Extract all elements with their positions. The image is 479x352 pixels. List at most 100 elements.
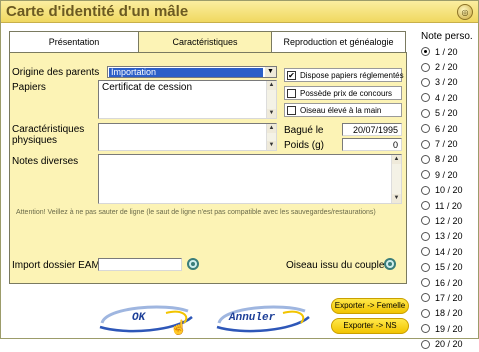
checkbox-empty-icon [287,105,296,115]
tab-presentation[interactable]: Présentation [9,31,139,53]
target-picker-icon[interactable] [187,258,199,270]
tab-caracteristiques[interactable]: Caractéristiques [138,31,272,54]
radio-icon [421,77,430,87]
note-label: 20 / 20 [435,339,463,350]
radio-icon [421,139,430,149]
scroll-up-icon[interactable]: ▲ [392,155,401,164]
note-label: 1 / 20 [435,46,458,57]
papiers-label: Papiers [12,82,46,93]
annuler-button[interactable]: Annuler [213,301,313,337]
checkbox-checked-icon: ✔ [287,70,296,80]
papiers-reglementes-checkbox[interactable]: ✔ Dispose papiers réglementés [284,68,404,82]
note-label: 15 / 20 [435,262,463,273]
warning-text: Attention! Veillez à ne pas sauter de li… [16,209,376,216]
prix-concours-checkbox[interactable]: Possède prix de concours [284,86,402,100]
checkbox-label: Oiseau élevé à la main [300,105,382,115]
exporter-ns-button[interactable]: Exporter -> NS [331,318,409,334]
target-picker-icon[interactable] [384,258,396,270]
note-radio-8[interactable]: 8 / 20 [421,152,463,167]
checkbox-label: Dispose papiers réglementés [300,70,404,80]
note-label: 18 / 20 [435,308,463,319]
note-radio-13[interactable]: 13 / 20 [421,229,463,244]
note-radio-14[interactable]: 14 / 20 [421,244,463,259]
radio-icon [421,247,430,257]
note-radio-4[interactable]: 4 / 20 [421,90,463,105]
note-radio-10[interactable]: 10 / 20 [421,183,463,198]
note-label: 12 / 20 [435,215,463,226]
note-radio-18[interactable]: 18 / 20 [421,306,463,321]
identity-card-window: Carte d'identité d'un mâle ◎ Présentatio… [0,0,479,349]
radio-icon [421,170,430,180]
radio-icon [421,262,430,272]
note-radio-17[interactable]: 17 / 20 [421,290,463,305]
caracteristiques-label: Caractéristiques physiques [12,124,85,146]
scroll-down-icon[interactable]: ▼ [392,194,401,203]
note-label: 19 / 20 [435,323,463,334]
close-icon: ◎ [461,7,469,17]
papiers-value: Certificat de cession [102,82,193,93]
note-radio-1[interactable]: 1 / 20 [421,44,463,59]
note-label: 2 / 20 [435,62,458,73]
caracteristiques-textarea[interactable]: ▲ ▼ [98,123,277,151]
close-button[interactable]: ◎ [457,4,473,20]
scroll-up-icon[interactable]: ▲ [267,81,276,90]
radio-icon [421,324,430,334]
note-label: 11 / 20 [435,200,462,211]
scroll-down-icon[interactable]: ▼ [267,109,276,118]
eleve-main-checkbox[interactable]: Oiseau élevé à la main [284,103,402,117]
radio-icon [421,154,430,164]
tab-reproduction[interactable]: Reproduction et généalogie [271,31,406,53]
origine-label: Origine des parents [12,67,100,78]
radio-icon [421,62,430,72]
notes-label: Notes diverses [12,156,79,167]
note-radio-2[interactable]: 2 / 20 [421,59,463,74]
note-label: 14 / 20 [435,246,463,257]
radio-icon [421,339,430,349]
note-label: 7 / 20 [435,139,458,150]
poids-label: Poids (g) [284,140,325,151]
tab-bar: Présentation Caractéristiques Reproducti… [9,31,407,54]
radio-icon [421,108,430,118]
radio-icon [421,231,430,241]
hand-cursor-icon: ☝ [170,319,188,335]
note-radio-3[interactable]: 3 / 20 [421,75,463,90]
note-label: 6 / 20 [435,123,458,134]
origine-value: Importation [109,68,263,77]
note-radio-15[interactable]: 15 / 20 [421,259,463,274]
bague-input[interactable]: 20/07/1995 [342,123,402,136]
ok-button[interactable]: OK ☝ [96,301,196,337]
note-radio-11[interactable]: 11 / 20 [421,198,463,213]
note-perso-radio-group: 1 / 20 2 / 20 3 / 20 4 / 20 5 / 20 6 / 2… [421,44,463,352]
note-label: 13 / 20 [435,231,463,242]
note-radio-6[interactable]: 6 / 20 [421,121,463,136]
checkbox-label: Possède prix de concours [300,88,393,98]
notes-textarea[interactable]: ▲ ▼ [98,154,402,204]
radio-selected-icon [421,47,430,57]
caracteristiques-scrollbar[interactable]: ▲ ▼ [266,124,276,150]
note-label: 10 / 20 [435,185,463,196]
exporter-femelle-button[interactable]: Exporter -> Femelle [331,298,409,314]
note-label: 16 / 20 [435,277,463,288]
papiers-textarea[interactable]: Certificat de cession ▲ ▼ [98,80,277,119]
note-radio-16[interactable]: 16 / 20 [421,275,463,290]
scroll-down-icon[interactable]: ▼ [267,141,276,150]
note-label: 8 / 20 [435,154,458,165]
origine-select[interactable]: Importation ▼ [107,66,277,78]
poids-input[interactable]: 0 [342,138,402,151]
papiers-scrollbar[interactable]: ▲ ▼ [266,81,276,118]
note-radio-5[interactable]: 5 / 20 [421,106,463,121]
note-label: 9 / 20 [435,169,458,180]
note-radio-19[interactable]: 19 / 20 [421,321,463,336]
radio-icon [421,308,430,318]
note-radio-9[interactable]: 9 / 20 [421,167,463,182]
note-label: 17 / 20 [435,292,463,303]
radio-icon [421,93,430,103]
caracteristiques-panel: Origine des parents Importation ▼ Papier… [9,52,407,284]
import-label: Import dossier EAM [12,260,100,271]
note-radio-7[interactable]: 7 / 20 [421,136,463,151]
chevron-down-icon[interactable]: ▼ [265,67,276,77]
scroll-up-icon[interactable]: ▲ [267,124,276,133]
note-radio-12[interactable]: 12 / 20 [421,213,463,228]
import-input[interactable] [98,258,182,271]
notes-scrollbar[interactable]: ▲ ▼ [391,155,401,203]
